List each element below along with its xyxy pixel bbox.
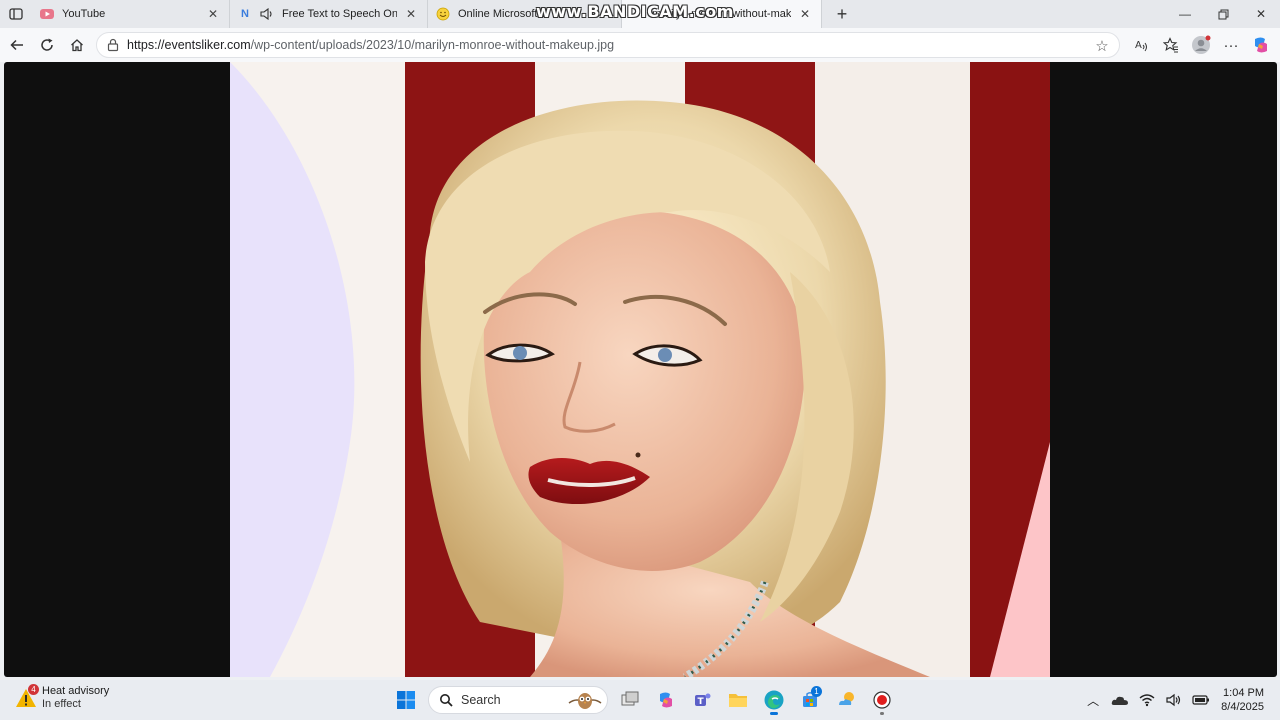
file-explorer-button[interactable] [720,684,756,716]
tab-actions-icon [9,8,23,20]
clock-date: 8/4/2025 [1221,701,1264,713]
svg-text:A: A [1135,40,1142,51]
copilot-app-icon [660,692,672,708]
search-label: Search [461,693,501,707]
weather-subtitle: In effect [42,698,81,710]
battery-icon[interactable] [1189,688,1213,712]
edge-button[interactable] [756,684,792,716]
back-button[interactable] [2,30,32,60]
copilot-icon [1255,37,1267,53]
page-content [4,62,1277,677]
tab-title: YouTube [62,8,106,20]
back-arrow-icon [10,39,23,51]
svg-text:T: T [698,697,705,707]
bandicam-watermark: www.BANDICAM.com [536,2,734,21]
warning-icon: 4 [14,684,39,710]
minimize-button[interactable]: — [1166,0,1204,28]
home-button[interactable] [62,30,92,60]
clock-time: 1:04 PM [1223,687,1264,699]
refresh-icon [41,38,53,51]
site-info-icon[interactable] [105,37,121,53]
browser-window: YouTube ✕ N Free Text to Speech Online w… [0,0,1280,720]
taskbar-clock[interactable]: 1:04 PM 8/4/2025 [1221,686,1264,714]
tab-title: Free Text to Speech Online w [282,8,397,20]
weather-title: Heat advisory [42,685,110,697]
search-icon [440,694,453,707]
read-aloud-icon: A [1135,40,1147,52]
copilot-button[interactable] [1246,30,1276,60]
navigation-toolbar: https://eventsliker.com/wp-content/uploa… [0,28,1280,62]
url-path: /wp-content/uploads/2023/10/marilyn-monr… [250,38,615,52]
favorites-button[interactable] [1156,30,1186,60]
n-logo-icon: N [241,8,249,20]
teams-icon: T [695,693,711,707]
windows-logo-icon [397,691,415,709]
close-icon[interactable]: ✕ [797,6,813,22]
window-controls: — ✕ [1166,0,1280,28]
taskbar-apps: Search T 1 [388,684,900,716]
url-text: https://eventsliker.com/wp-content/uploa… [127,38,614,52]
more-options-button[interactable]: ··· [1216,30,1246,60]
start-button[interactable] [388,684,424,716]
favorites-icon [1163,37,1178,53]
onedrive-cloud-icon[interactable] [1108,688,1132,712]
task-view-icon [621,691,639,706]
wifi-icon[interactable] [1135,688,1159,712]
address-bar[interactable]: https://eventsliker.com/wp-content/uploa… [96,32,1120,58]
show-hidden-icons-chevron-icon[interactable]: ︿ [1081,688,1105,712]
refresh-button[interactable] [32,30,62,60]
system-tray: ︿ 1:04 PM 8/4/2025 [1078,680,1280,720]
avatar-icon [1192,35,1211,54]
close-icon[interactable]: ✕ [205,6,221,22]
home-icon [71,39,83,52]
weather-app-button[interactable] [828,684,864,716]
volume-icon[interactable] [1162,688,1186,712]
close-icon[interactable]: ✕ [403,6,419,22]
tab-actions-button[interactable] [0,0,32,28]
profile-button[interactable] [1186,30,1216,60]
task-view-button[interactable] [612,684,648,716]
owl-search-highlight-icon [568,693,602,709]
tab-strip: YouTube ✕ N Free Text to Speech Online w… [0,0,1280,28]
store-badge: 1 [811,686,822,697]
bandicam-button[interactable] [864,684,900,716]
restore-icon [1218,9,1228,19]
close-window-button[interactable]: ✕ [1242,0,1280,28]
taskbar: 4 Heat advisory In effect Search T 1 ︿ 1… [0,680,1280,720]
restore-button[interactable] [1204,0,1242,28]
new-tab-button[interactable]: + [828,0,856,28]
store-button[interactable]: 1 [792,684,828,716]
folder-icon [729,694,747,707]
copilot-taskbar-button[interactable] [648,684,684,716]
taskbar-search[interactable]: Search [428,686,608,714]
url-host: https://eventsliker.com [127,38,251,52]
weather-widget[interactable]: 4 Heat advisory In effect [14,684,110,711]
speaker-icon [260,7,274,21]
tab-text-to-speech[interactable]: N Free Text to Speech Online w ✕ [230,0,428,28]
sun-cloud-icon [839,692,854,705]
tab-youtube[interactable]: YouTube ✕ [32,0,230,28]
youtube-icon [40,7,54,21]
teams-button[interactable]: T [684,684,720,716]
record-icon [873,691,891,709]
marilyn-monroe-photo [230,62,1050,677]
toolbar-right: A ··· [1126,30,1276,60]
edge-icon [764,690,784,710]
favorite-star-icon[interactable]: ☆ [1093,37,1111,55]
read-aloud-button[interactable]: A [1126,30,1156,60]
smiley-icon [436,7,450,21]
weather-badge: 4 [28,684,39,695]
portrait-image [230,62,1050,677]
